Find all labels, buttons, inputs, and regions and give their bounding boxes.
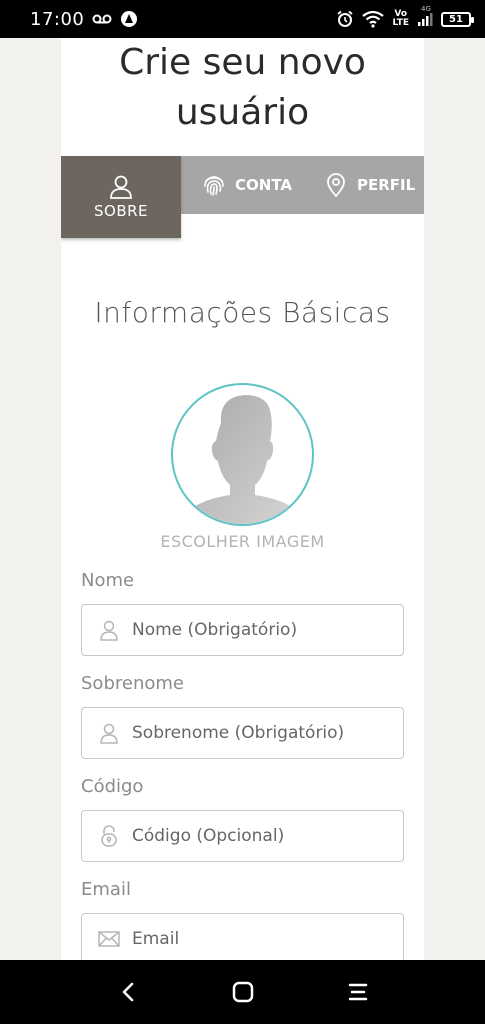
user-outline-icon — [96, 619, 122, 641]
choose-image-button[interactable]: ESCOLHER IMAGEM — [61, 532, 424, 551]
tab-perfil-label: PERFIL — [357, 176, 416, 194]
fingerprint-icon — [201, 172, 227, 198]
tab-conta-label: CONTA — [235, 176, 292, 194]
back-button[interactable] — [108, 972, 148, 1012]
envelope-icon — [96, 930, 122, 948]
volte-indicator: Vo LTE — [392, 10, 409, 28]
nome-field[interactable] — [81, 604, 404, 656]
menu-icon — [348, 983, 367, 1001]
sobrenome-label: Sobrenome — [81, 673, 184, 694]
app-notification-icon — [120, 10, 138, 28]
volte-bottom: LTE — [392, 18, 409, 28]
section-title: Informações Básicas — [94, 296, 391, 329]
avatar-placeholder-icon — [188, 395, 297, 524]
voicemail-icon — [92, 13, 112, 25]
screen: 17:00 Vo LTE 4G 51 Crie seu novo usuário… — [0, 0, 485, 1024]
tab-conta[interactable]: CONTA — [201, 156, 292, 214]
sobrenome-input[interactable] — [132, 723, 392, 743]
signal-icon: 4G — [417, 5, 433, 27]
recents-button[interactable] — [338, 972, 378, 1012]
sobrenome-field[interactable] — [81, 707, 404, 759]
tab-perfil[interactable]: PERFIL — [325, 156, 415, 214]
home-icon — [232, 981, 253, 1003]
page-title-line2: usuário — [175, 92, 310, 133]
user-icon — [109, 174, 133, 200]
alarm-icon — [336, 10, 354, 28]
status-left: 17:00 — [30, 9, 138, 30]
home-button[interactable] — [223, 972, 263, 1012]
codigo-label: Código — [81, 776, 144, 797]
location-pin-icon — [325, 172, 347, 198]
status-right: Vo LTE 4G 51 — [336, 5, 474, 28]
network-type: 4G — [421, 5, 431, 13]
signup-card: Crie seu novo usuário CONTA PERFIL SOBRE… — [61, 38, 424, 960]
user-outline-icon — [96, 722, 122, 744]
email-field[interactable] — [81, 913, 404, 960]
page-title-line1: Crie seu novo — [119, 42, 366, 83]
status-time: 17:00 — [30, 8, 85, 30]
codigo-field[interactable] — [81, 810, 404, 862]
tab-sobre-label: SOBRE — [93, 202, 149, 220]
back-icon — [122, 982, 133, 1002]
codigo-input[interactable] — [132, 826, 392, 846]
lock-icon — [96, 824, 122, 848]
nome-label: Nome — [81, 570, 135, 591]
avatar-picker[interactable] — [171, 383, 314, 526]
battery-indicator: 51 — [441, 11, 474, 27]
navigation-bar — [0, 960, 485, 1024]
nome-input[interactable] — [132, 620, 392, 640]
email-input[interactable] — [132, 929, 392, 949]
tab-sobre[interactable]: SOBRE — [61, 156, 181, 238]
wifi-icon — [362, 10, 385, 28]
status-bar: 17:00 Vo LTE 4G 51 — [0, 0, 485, 38]
email-label: Email — [81, 879, 131, 900]
page-title: Crie seu novo usuário — [61, 38, 424, 138]
